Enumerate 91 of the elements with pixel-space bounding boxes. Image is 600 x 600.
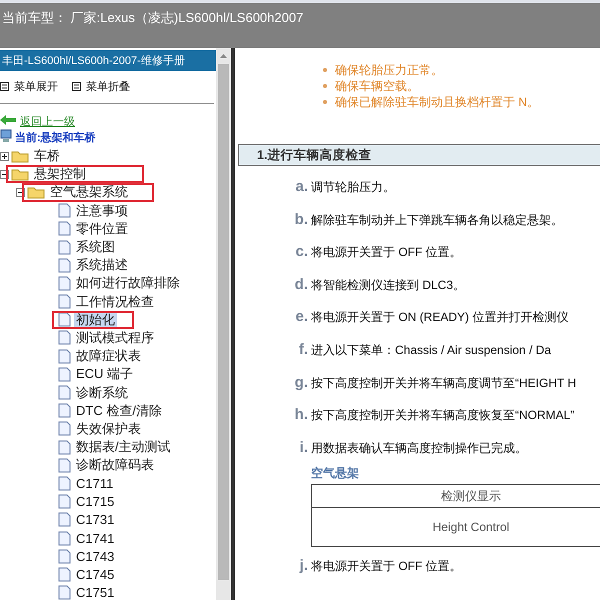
tree-item[interactable]: 如何进行故障排除 bbox=[74, 274, 182, 292]
tree-item[interactable]: 空气悬架系统 bbox=[48, 183, 130, 202]
page-icon bbox=[58, 330, 71, 346]
page-icon bbox=[58, 494, 71, 510]
tree-item[interactable]: 失效保护表 bbox=[74, 420, 143, 438]
folder-icon bbox=[11, 149, 29, 164]
tree-item[interactable]: ECU 端子 bbox=[74, 365, 136, 384]
page-icon bbox=[58, 585, 71, 600]
page-icon bbox=[58, 566, 71, 582]
page-icon bbox=[58, 548, 71, 564]
step-letter: f. bbox=[298, 340, 309, 358]
tree-item[interactable]: 零件位置 bbox=[74, 220, 130, 238]
step-letter: e. bbox=[294, 308, 309, 326]
list-icon bbox=[0, 82, 9, 91]
back-arrow-icon bbox=[0, 115, 16, 128]
tree-item[interactable]: 车桥 bbox=[32, 147, 62, 166]
page-icon bbox=[58, 276, 71, 291]
page-icon bbox=[58, 240, 71, 255]
step-text: 调节轮胎压力。 bbox=[311, 179, 395, 196]
page-icon bbox=[58, 512, 71, 528]
tree-item[interactable]: 系统图 bbox=[74, 238, 117, 256]
step-letter: c. bbox=[294, 243, 309, 260]
page-icon bbox=[58, 348, 71, 364]
tree-item[interactable]: C1741 bbox=[74, 530, 116, 546]
tree-item[interactable]: 悬架控制 bbox=[32, 165, 88, 184]
page-icon bbox=[58, 476, 71, 491]
page-icon bbox=[58, 366, 71, 382]
step-text: 将智能检测仪连接到 DLC3。 bbox=[311, 276, 466, 294]
step-text: 用数据表确认车辆高度控制操作已完成。 bbox=[311, 440, 527, 457]
section-heading: 1.进行车辆高度检查 bbox=[238, 144, 600, 166]
step-letter: b. bbox=[294, 210, 309, 228]
tree-item[interactable]: C1711 bbox=[74, 476, 116, 491]
folder-icon bbox=[27, 185, 45, 200]
page-icon bbox=[58, 258, 71, 273]
scrollbar[interactable] bbox=[216, 48, 231, 600]
table-cell: Height Control bbox=[312, 508, 600, 547]
table-caption: 空气悬架 bbox=[311, 465, 360, 482]
tree-item[interactable]: C1731 bbox=[74, 512, 116, 528]
page-icon bbox=[58, 294, 71, 310]
menu-toggle-button[interactable]: 菜单折叠 bbox=[72, 79, 130, 94]
step-text: 按下高度控制开关并将车辆高度恢复至“NORMAL” bbox=[311, 407, 574, 424]
page-icon bbox=[58, 421, 71, 436]
step-letter: i. bbox=[298, 438, 309, 456]
tree-item[interactable]: C1751 bbox=[74, 585, 116, 600]
page-icon bbox=[58, 530, 71, 546]
step-letter: h. bbox=[294, 406, 309, 424]
note-text: 确保轮胎压力正常。 bbox=[335, 62, 443, 78]
note-text: 确保已解除驻车制动且换档杆置于 N。 bbox=[335, 94, 539, 110]
tree-item[interactable]: 测试模式程序 bbox=[74, 328, 156, 347]
step-letter: g. bbox=[294, 374, 309, 391]
page-icon bbox=[58, 203, 71, 218]
tree-item[interactable]: DTC 检查/清除 bbox=[74, 402, 164, 420]
folder-icon bbox=[11, 167, 29, 182]
step-letter: j. bbox=[298, 557, 309, 574]
back-link[interactable]: 返回上一级 bbox=[20, 114, 75, 129]
bullet-icon bbox=[323, 68, 327, 72]
step-text: 进入以下菜单：Chassis / Air suspension / Da bbox=[311, 342, 552, 359]
bullet-icon bbox=[323, 100, 327, 104]
tree-item[interactable]: 诊断故障码表 bbox=[74, 456, 156, 474]
page-icon bbox=[58, 440, 71, 455]
step-letter: a. bbox=[294, 178, 309, 195]
list-icon bbox=[72, 82, 81, 91]
scroll-up-icon[interactable] bbox=[220, 54, 227, 58]
page-icon bbox=[58, 221, 71, 236]
tree-item[interactable]: C1743 bbox=[74, 548, 116, 564]
table-header-cell: 检测仪显示 bbox=[312, 484, 600, 508]
step-text: 将电源开关置于 OFF 位置。 bbox=[311, 244, 462, 262]
current-section-label: 当前:悬架和车桥 bbox=[15, 130, 96, 144]
tree-item[interactable]: 故障症状表 bbox=[74, 347, 143, 366]
page-icon bbox=[58, 312, 71, 328]
current-model-title: 当前车型： 厂家:Lexus（凌志)LS600hl/LS600h2007 bbox=[1, 9, 304, 27]
tree-item[interactable]: C1745 bbox=[74, 566, 116, 582]
tree-item[interactable]: 系统描述 bbox=[74, 256, 130, 274]
plus-icon[interactable] bbox=[0, 152, 9, 161]
bullet-icon bbox=[323, 84, 327, 88]
manual-title: 丰田-LS600hl/LS600h-2007-维修手册 bbox=[0, 50, 216, 71]
step-text: 将电源开关置于 ON (READY) 位置并打开检测仪 bbox=[311, 309, 568, 326]
tree-item[interactable]: 注意事项 bbox=[74, 202, 130, 220]
page-icon bbox=[58, 403, 71, 418]
tree-item[interactable]: C1715 bbox=[74, 494, 116, 510]
page-icon bbox=[58, 458, 71, 473]
tree-item[interactable]: 数据表/主动测试 bbox=[74, 438, 173, 456]
page-icon bbox=[58, 385, 71, 400]
tree-item[interactable]: 诊断系统 bbox=[74, 384, 130, 402]
note-text: 确保车辆空载。 bbox=[335, 78, 419, 94]
tree-item[interactable]: 工作情况检查 bbox=[74, 292, 156, 311]
step-text: 将电源开关置于 OFF 位置。 bbox=[311, 558, 462, 576]
step-text: 解除驻车制动并上下弹跳车辆各角以稳定悬架。 bbox=[311, 212, 563, 229]
menu-toggle-button[interactable]: 菜单展开 bbox=[0, 79, 58, 94]
step-text: 按下高度控制开关并将车辆高度调节至“HEIGHT H bbox=[311, 374, 576, 392]
step-letter: d. bbox=[294, 276, 309, 293]
